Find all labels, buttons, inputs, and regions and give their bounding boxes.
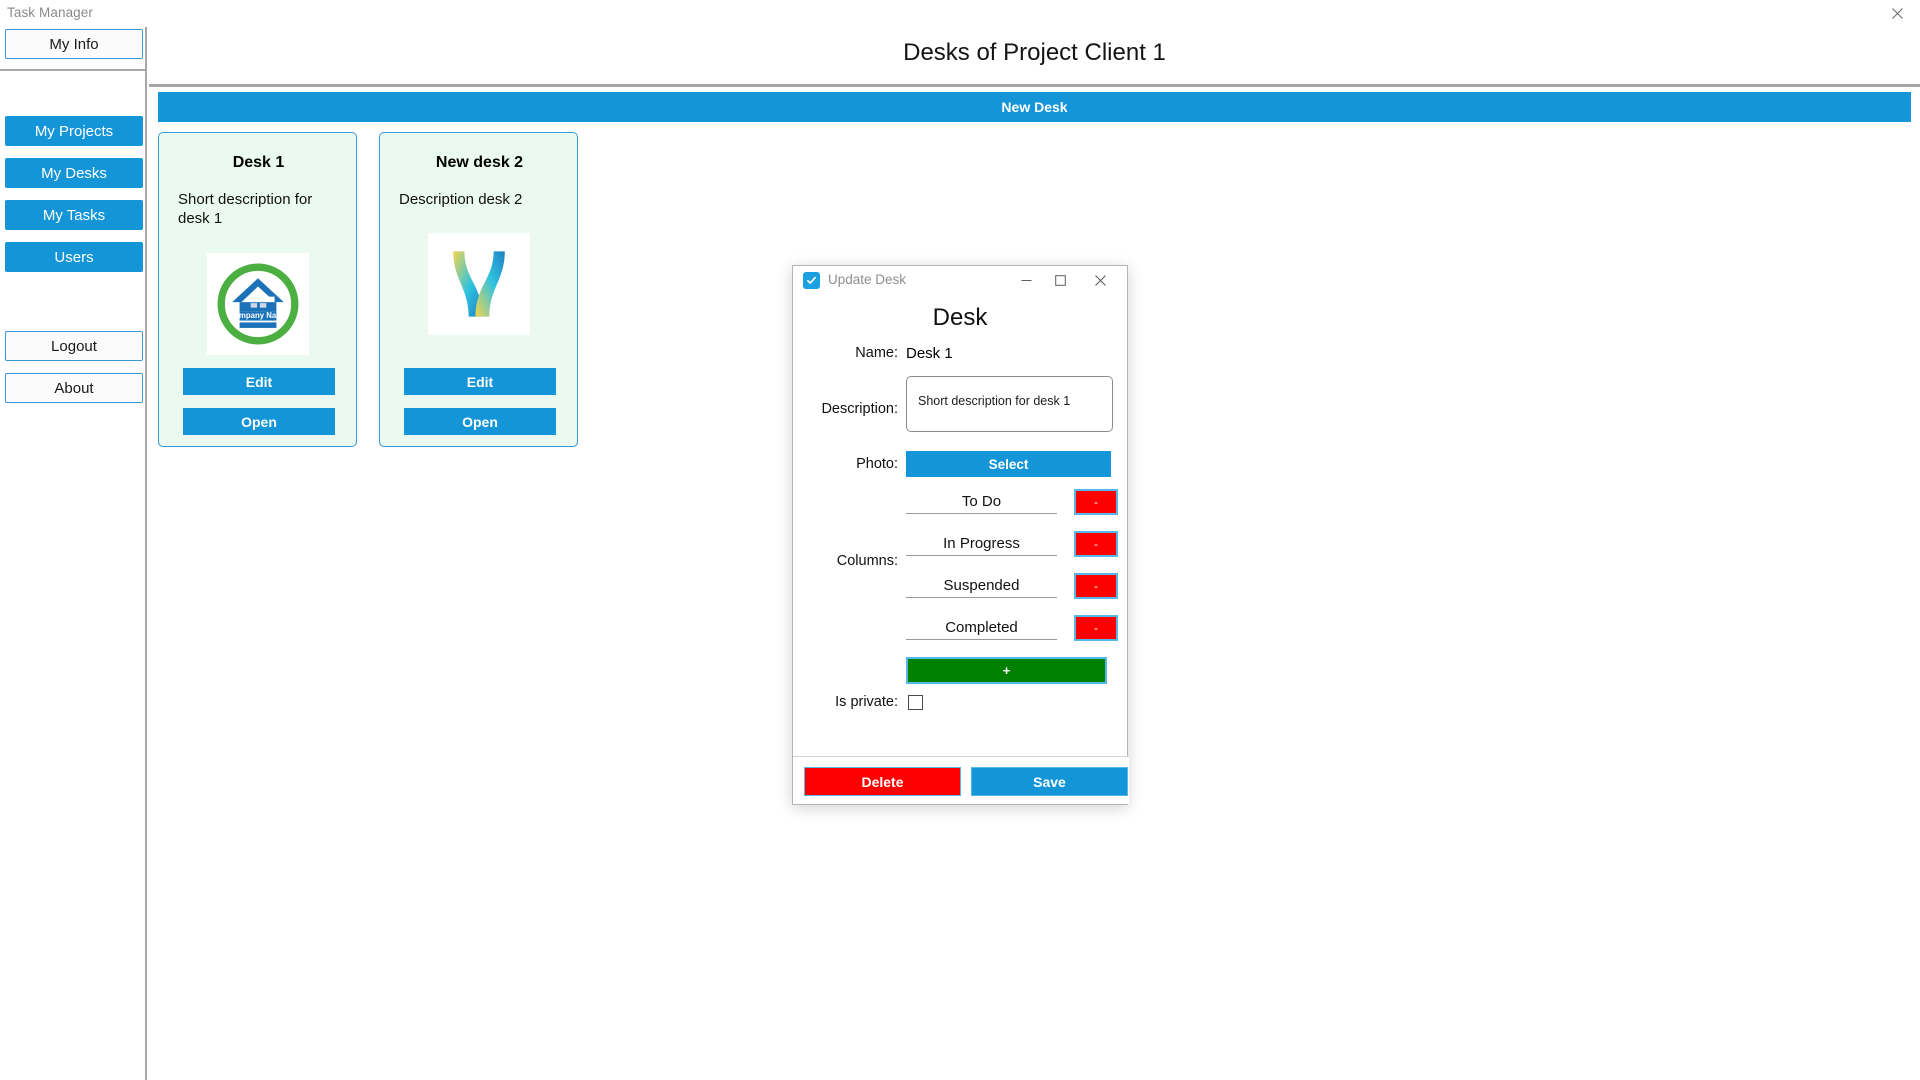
sidebar-divider [0, 69, 147, 71]
desk-card[interactable]: New desk 2 Description desk 2 Edit Open [379, 132, 578, 447]
desk-card-edit-button[interactable]: Edit [404, 368, 556, 395]
save-button[interactable]: Save [971, 767, 1128, 796]
name-row: Name: Desk 1 [793, 345, 1129, 362]
desk-card-open-button[interactable]: Open [183, 408, 335, 435]
dialog-heading: Desk [932, 304, 988, 331]
desk-card-edit-label: Edit [466, 373, 494, 390]
sidebar-item-label: Logout [51, 337, 97, 355]
new-desk-label: New Desk [1001, 99, 1068, 115]
name-value: Desk 1 [906, 345, 953, 362]
sidebar-item-about[interactable]: About [5, 373, 143, 403]
remove-column-button[interactable]: - [1074, 615, 1118, 641]
description-row: Description: [793, 376, 1129, 432]
app-window: Task Manager My Info My Projects My Desk… [0, 0, 1920, 1080]
dialog-title: Update Desk [828, 272, 907, 287]
select-photo-button[interactable]: Select [906, 451, 1111, 477]
x-ribbon-logo [428, 233, 530, 335]
sidebar-item-label: Users [54, 248, 94, 266]
desk-card-edit-label: Edit [245, 373, 273, 390]
checkmark-app-icon [803, 272, 820, 289]
sidebar-item-label: My Tasks [42, 206, 106, 224]
desk-card-list: Desk 1 Short description for desk 1 Comp… [158, 132, 578, 447]
remove-column-label: - [1094, 579, 1098, 593]
delete-button[interactable]: Delete [804, 767, 961, 796]
close-icon[interactable] [1874, 0, 1920, 26]
desk-card-title: Desk 1 [232, 154, 285, 171]
add-column-label: + [1002, 663, 1011, 678]
sidebar-item-label: My Desks [41, 164, 107, 182]
desk-card-edit-button[interactable]: Edit [183, 368, 335, 395]
remove-column-label: - [1094, 495, 1098, 509]
column-name-input[interactable] [906, 574, 1057, 598]
column-row: - [906, 615, 1118, 641]
photo-row: Photo: Select [793, 451, 1129, 477]
select-photo-label: Select [988, 456, 1029, 472]
sidebar-item-my-tasks[interactable]: My Tasks [5, 200, 143, 230]
column-name-input[interactable] [906, 490, 1057, 514]
company-name-house-logo: Company Name [207, 253, 309, 355]
desk-card[interactable]: Desk 1 Short description for desk 1 Comp… [158, 132, 357, 447]
column-row: - [906, 573, 1118, 599]
desk-card-open-label: Open [462, 413, 498, 430]
desk-card-description: Short description for desk 1 [178, 191, 313, 227]
new-desk-button[interactable]: New Desk [158, 92, 1911, 122]
description-label: Description: [821, 401, 898, 417]
column-row: - [906, 489, 1118, 515]
desk-card-open-button[interactable]: Open [404, 408, 556, 435]
sidebar-item-my-desks[interactable]: My Desks [5, 158, 143, 188]
sidebar: My Info My Projects My Desks My Tasks Us… [0, 27, 147, 1080]
remove-column-label: - [1094, 621, 1098, 635]
sidebar-item-my-info[interactable]: My Info [5, 29, 143, 59]
column-name-input[interactable] [906, 532, 1057, 556]
is-private-label: Is private: [835, 694, 898, 710]
maximize-icon[interactable] [1045, 266, 1075, 294]
page-title: Desks of Project Client 1 [903, 39, 1166, 66]
columns-label: Columns: [836, 553, 898, 569]
sidebar-item-label: My Projects [34, 122, 114, 140]
is-private-checkbox[interactable] [908, 694, 923, 710]
sidebar-item-label: About [54, 379, 94, 397]
remove-column-button[interactable]: - [1074, 489, 1118, 515]
dialog-footer: Delete Save [793, 756, 1129, 804]
window-titlebar: Task Manager [0, 0, 1920, 27]
dialog-titlebar: Update Desk [793, 266, 1127, 296]
desk-card-title: New desk 2 [435, 154, 524, 171]
photo-label: Photo: [856, 456, 898, 472]
sidebar-item-label: My Info [49, 35, 99, 53]
minimize-icon[interactable] [1011, 266, 1041, 294]
remove-column-label: - [1094, 537, 1098, 551]
column-row: - [906, 531, 1118, 557]
close-icon[interactable] [1085, 266, 1115, 294]
app-title: Task Manager [7, 5, 93, 20]
sidebar-item-logout[interactable]: Logout [5, 331, 143, 361]
content-divider [149, 84, 1920, 87]
sidebar-item-my-projects[interactable]: My Projects [5, 116, 143, 146]
delete-label: Delete [861, 773, 904, 790]
description-input[interactable] [906, 376, 1113, 432]
name-label: Name: [855, 345, 898, 361]
save-label: Save [1033, 773, 1066, 790]
column-name-input[interactable] [906, 616, 1057, 640]
update-desk-dialog: Update Desk Desk Name: Desk 1 Descriptio… [792, 265, 1129, 805]
remove-column-button[interactable]: - [1074, 531, 1118, 557]
desk-card-open-label: Open [241, 413, 277, 430]
desk-card-description: Description desk 2 [399, 191, 523, 208]
sidebar-item-users[interactable]: Users [5, 242, 143, 272]
add-column-button[interactable]: + [906, 657, 1107, 684]
remove-column-button[interactable]: - [1074, 573, 1118, 599]
svg-text:Company Name: Company Name [228, 311, 288, 320]
is-private-row: Is private: [793, 694, 1129, 710]
